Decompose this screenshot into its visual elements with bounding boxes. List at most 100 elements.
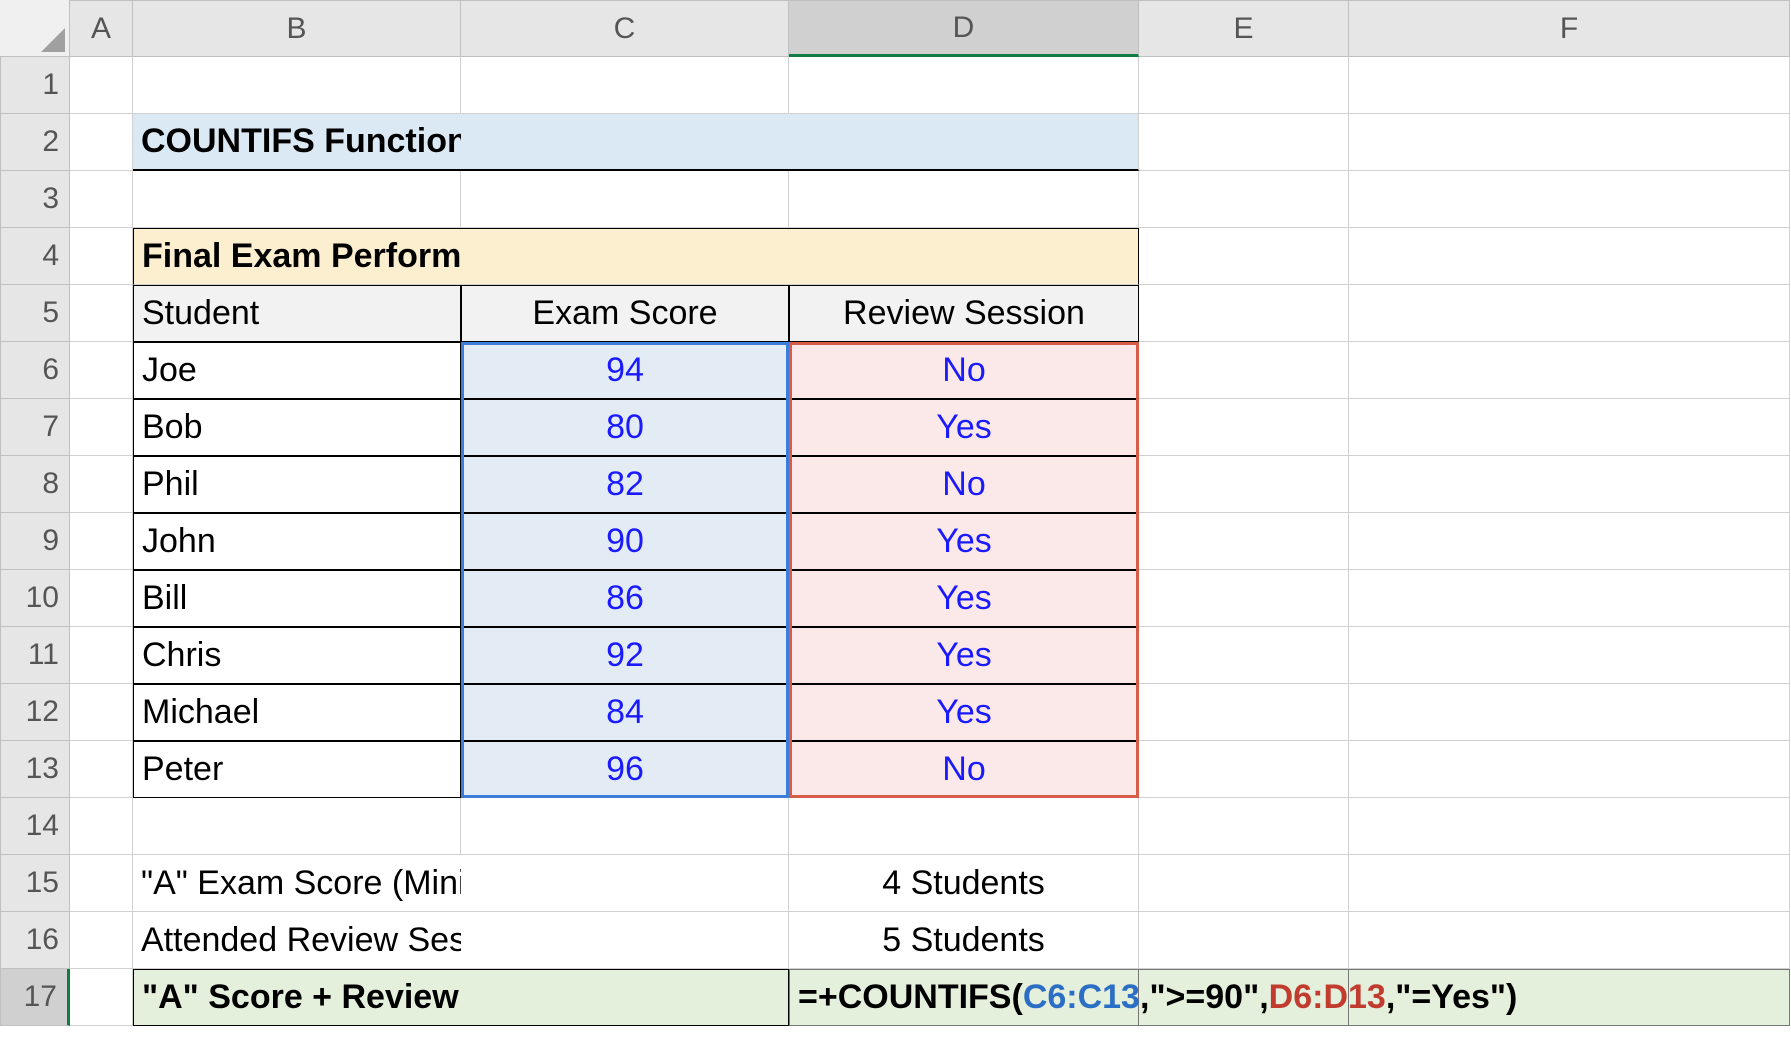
- cell-B6[interactable]: Joe: [133, 342, 461, 399]
- cell-B12[interactable]: Michael: [133, 684, 461, 741]
- cell-E6[interactable]: [1139, 342, 1349, 399]
- cell-C3[interactable]: [461, 171, 789, 228]
- cell-D2[interactable]: [789, 114, 1139, 171]
- cell-C6[interactable]: 94: [461, 342, 789, 399]
- cell-F12[interactable]: [1349, 684, 1790, 741]
- row-header-2[interactable]: 2: [0, 114, 70, 171]
- cell-B10[interactable]: Bill: [133, 570, 461, 627]
- cell-E3[interactable]: [1139, 171, 1349, 228]
- row-header-6[interactable]: 6: [0, 342, 70, 399]
- cell-E15[interactable]: [1139, 855, 1349, 912]
- row-header-12[interactable]: 12: [0, 684, 70, 741]
- cell-B8[interactable]: Phil: [133, 456, 461, 513]
- cell-F7[interactable]: [1349, 399, 1790, 456]
- row-header-15[interactable]: 15: [0, 855, 70, 912]
- cell-D5[interactable]: Review Session: [789, 285, 1139, 342]
- cell-E8[interactable]: [1139, 456, 1349, 513]
- cell-A14[interactable]: [70, 798, 133, 855]
- cell-C5[interactable]: Exam Score: [461, 285, 789, 342]
- cell-E7[interactable]: [1139, 399, 1349, 456]
- cell-A10[interactable]: [70, 570, 133, 627]
- row-header-13[interactable]: 13: [0, 741, 70, 798]
- cell-C14[interactable]: [461, 798, 789, 855]
- cell-D8[interactable]: No: [789, 456, 1139, 513]
- cell-D6[interactable]: No: [789, 342, 1139, 399]
- cell-F8[interactable]: [1349, 456, 1790, 513]
- cell-F11[interactable]: [1349, 627, 1790, 684]
- cell-A9[interactable]: [70, 513, 133, 570]
- cell-F9[interactable]: [1349, 513, 1790, 570]
- cell-E16[interactable]: [1139, 912, 1349, 969]
- col-header-C[interactable]: C: [461, 0, 789, 57]
- cell-A2[interactable]: [70, 114, 133, 171]
- cell-F3[interactable]: [1349, 171, 1790, 228]
- cell-A15[interactable]: [70, 855, 133, 912]
- cell-D7[interactable]: Yes: [789, 399, 1139, 456]
- cell-C4[interactable]: [461, 228, 789, 285]
- cell-F10[interactable]: [1349, 570, 1790, 627]
- cell-A5[interactable]: [70, 285, 133, 342]
- cell-A6[interactable]: [70, 342, 133, 399]
- cell-D12[interactable]: Yes: [789, 684, 1139, 741]
- row-header-17[interactable]: 17: [0, 969, 70, 1026]
- row-header-10[interactable]: 10: [0, 570, 70, 627]
- select-all-corner[interactable]: [0, 0, 70, 57]
- cell-A7[interactable]: [70, 399, 133, 456]
- cell-D14[interactable]: [789, 798, 1139, 855]
- cell-C9[interactable]: 90: [461, 513, 789, 570]
- col-header-F[interactable]: F: [1349, 0, 1790, 57]
- cell-F16[interactable]: [1349, 912, 1790, 969]
- cell-D4[interactable]: [789, 228, 1139, 285]
- cell-A17[interactable]: [70, 969, 133, 1026]
- cell-E5[interactable]: [1139, 285, 1349, 342]
- cell-D17[interactable]: =+COUNTIFS(C6:C13,">=90",D6:D13,"=Yes"): [789, 969, 1139, 1026]
- row-header-1[interactable]: 1: [0, 57, 70, 114]
- cell-F5[interactable]: [1349, 285, 1790, 342]
- row-header-16[interactable]: 16: [0, 912, 70, 969]
- row-header-7[interactable]: 7: [0, 399, 70, 456]
- cell-A16[interactable]: [70, 912, 133, 969]
- cell-A1[interactable]: [70, 57, 133, 114]
- col-header-D[interactable]: D: [789, 0, 1139, 57]
- cell-D13[interactable]: No: [789, 741, 1139, 798]
- cell-B5[interactable]: Student: [133, 285, 461, 342]
- cell-C11[interactable]: 92: [461, 627, 789, 684]
- cell-D10[interactable]: Yes: [789, 570, 1139, 627]
- cell-E13[interactable]: [1139, 741, 1349, 798]
- cell-C13[interactable]: 96: [461, 741, 789, 798]
- row-header-11[interactable]: 11: [0, 627, 70, 684]
- cell-E10[interactable]: [1139, 570, 1349, 627]
- cell-B7[interactable]: Bob: [133, 399, 461, 456]
- cell-C8[interactable]: 82: [461, 456, 789, 513]
- cell-C17[interactable]: [461, 969, 789, 1026]
- cell-B11[interactable]: Chris: [133, 627, 461, 684]
- col-header-E[interactable]: E: [1139, 0, 1349, 57]
- cell-E11[interactable]: [1139, 627, 1349, 684]
- cell-C16[interactable]: [461, 912, 789, 969]
- cell-B9[interactable]: John: [133, 513, 461, 570]
- cell-E2[interactable]: [1139, 114, 1349, 171]
- row-header-3[interactable]: 3: [0, 171, 70, 228]
- cell-B15[interactable]: "A" Exam Score (Minimum "90"): [133, 855, 461, 912]
- cell-D3[interactable]: [789, 171, 1139, 228]
- col-header-B[interactable]: B: [133, 0, 461, 57]
- cell-D11[interactable]: Yes: [789, 627, 1139, 684]
- row-header-4[interactable]: 4: [0, 228, 70, 285]
- cell-D16[interactable]: 5 Students: [789, 912, 1139, 969]
- grid[interactable]: A B C D E F 1 2 COUNTIFS Function 3 4 Fi…: [0, 0, 1791, 1026]
- cell-F14[interactable]: [1349, 798, 1790, 855]
- cell-C1[interactable]: [461, 57, 789, 114]
- cell-C10[interactable]: 86: [461, 570, 789, 627]
- cell-D9[interactable]: Yes: [789, 513, 1139, 570]
- cell-C7[interactable]: 80: [461, 399, 789, 456]
- cell-A13[interactable]: [70, 741, 133, 798]
- cell-D15[interactable]: 4 Students: [789, 855, 1139, 912]
- cell-D1[interactable]: [789, 57, 1139, 114]
- cell-A3[interactable]: [70, 171, 133, 228]
- cell-A8[interactable]: [70, 456, 133, 513]
- cell-B16[interactable]: Attended Review Session: [133, 912, 461, 969]
- cell-B13[interactable]: Peter: [133, 741, 461, 798]
- cell-E9[interactable]: [1139, 513, 1349, 570]
- row-header-14[interactable]: 14: [0, 798, 70, 855]
- cell-F4[interactable]: [1349, 228, 1790, 285]
